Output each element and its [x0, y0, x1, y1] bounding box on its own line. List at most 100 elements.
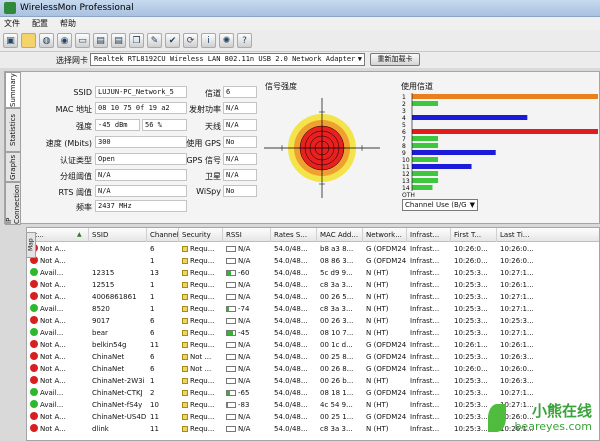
cell-text: Infrast... — [410, 257, 440, 265]
cell-infra: Infrast... — [407, 316, 451, 327]
table-row[interactable]: Not A... ChinaNet-2W3i 1 Requ... N/A 54.0/48.… — [27, 376, 599, 387]
cell-rates: 54.0/48... — [271, 292, 317, 303]
table-row[interactable]: Not A... belkin54g 11 Requ... N/A 54.0/48... 0… — [27, 340, 599, 351]
cell-ssid: 12315 — [89, 268, 147, 279]
table-row[interactable]: Not A... 6 Requ... N/A 54.0/48... b8 a3 8... G… — [27, 244, 599, 255]
spinner-icon[interactable]: ✺ — [219, 33, 234, 48]
table-row[interactable]: Not A... 1 Requ... N/A 54.0/48... 08 86 3... G… — [27, 256, 599, 267]
column-header[interactable]: Last Ti... — [497, 228, 599, 242]
column-header[interactable]: Infrast... — [407, 228, 451, 242]
help-icon[interactable]: ? — [237, 33, 252, 48]
cell-text: 54.0/48... — [274, 341, 308, 349]
channel-tick-label: 4 — [402, 115, 406, 122]
check-icon[interactable]: ✔ — [165, 33, 180, 48]
save-icon[interactable]: ▣ — [3, 33, 18, 48]
cell-text: Not A... — [40, 293, 66, 301]
column-header[interactable]: Security — [179, 228, 223, 242]
menu-bar: 文件 配置 帮助 — [0, 17, 600, 30]
cell-channel: 6 — [147, 352, 179, 363]
cell-rates: 54.0/48... — [271, 256, 317, 267]
cell-network: N (HT) — [363, 280, 407, 291]
cell-text: Infrast... — [410, 317, 440, 325]
cell-text: 10:26:0... — [454, 257, 488, 265]
cell-text: 10:26:0... — [500, 365, 534, 373]
copy-icon[interactable]: ❐ — [129, 33, 144, 48]
cell-text: 1 — [150, 257, 155, 265]
cell-mac: 08 18 1... — [317, 388, 363, 399]
table-row[interactable]: Avail... 12315 13 Requ... -60 54.0/48... 5c d9… — [27, 268, 599, 279]
reload-adapter-button[interactable]: 重新加载卡 — [370, 53, 420, 66]
cell-text: 54.0/48... — [274, 365, 308, 373]
adapter-select[interactable]: Realtek RTL8192CU Wireless LAN 802.11n U… — [90, 53, 365, 66]
notes-icon[interactable]: ✎ — [147, 33, 162, 48]
cell-ssid: ChinaNet-2W3i — [89, 376, 147, 387]
folder-icon[interactable] — [21, 33, 36, 48]
printer-icon[interactable]: ▤ — [93, 33, 108, 48]
channel-use-select[interactable]: Channel Use (B/G ▼ — [402, 199, 478, 211]
tab-ip-connection[interactable]: IP Connection — [5, 182, 21, 225]
table-row[interactable]: Not A... ChinaNet 6 Not ... N/A 54.0/48... 00 … — [27, 364, 599, 375]
table-row[interactable]: Avail... bear 6 Requ... -45 54.0/48... 08 10 7… — [27, 328, 599, 339]
txpower-value: N/A — [223, 102, 257, 114]
cell-security: Requ... — [179, 292, 223, 303]
channel-tick-label: 5 — [402, 122, 406, 129]
cell-rates: 54.0/48... — [271, 364, 317, 375]
column-header[interactable]: Channel — [147, 228, 179, 242]
cell-security: Not ... — [179, 364, 223, 375]
printer-icon[interactable]: ▤ — [111, 33, 126, 48]
channel-bar — [412, 164, 472, 169]
cell-security: Not ... — [179, 352, 223, 363]
cell-text: Requ... — [190, 317, 215, 325]
channel-tick-label: 6 — [402, 129, 406, 136]
cell-first: 10:25:3... — [451, 292, 497, 303]
cell-rssi: -45 — [223, 328, 271, 339]
cell-rssi: -83 — [223, 400, 271, 411]
cell-infra: Infrast... — [407, 256, 451, 267]
cell-infra: Infrast... — [407, 352, 451, 363]
refresh-icon[interactable]: ⟳ — [183, 33, 198, 48]
cell-state: Avail... — [27, 388, 89, 399]
globe-icon[interactable]: ◉ — [57, 33, 72, 48]
table-row[interactable]: Not A... 4006861861 1 Requ... N/A 54.0/48... 0… — [27, 292, 599, 303]
table-row[interactable]: Avail... ChinaNet-CTKJ 2 Requ... -65 54.0/48.… — [27, 388, 599, 399]
column-header[interactable]: RSSI — [223, 228, 271, 242]
cell-last: 10:25:3... — [497, 316, 599, 327]
tab-statistics[interactable]: Statistics — [5, 108, 21, 152]
tab-map-vertical[interactable]: Map — [26, 232, 36, 258]
table-row[interactable]: Not A... 12515 1 Requ... N/A 54.0/48... c8 3a … — [27, 280, 599, 291]
menu-help[interactable]: 帮助 — [60, 18, 76, 29]
column-header[interactable]: First T... — [451, 228, 497, 242]
sort-arrow-icon: ▲ — [77, 231, 82, 238]
table-row[interactable]: Avail... 8520 1 Requ... -74 54.0/48... c8 3a 3… — [27, 304, 599, 315]
cell-text: 11 — [150, 341, 159, 349]
menu-config[interactable]: 配置 — [32, 18, 48, 29]
cell-text: Not A... — [40, 353, 66, 361]
table-row[interactable]: Not A... ChinaNet 6 Not ... N/A 54.0/48... 00 … — [27, 352, 599, 363]
cell-last: 10:26:3... — [497, 376, 599, 387]
column-header[interactable]: Network... — [363, 228, 407, 242]
cell-text: Infrast... — [410, 245, 440, 253]
cell-first: 10:26:1... — [451, 340, 497, 351]
column-header[interactable]: SSID — [89, 228, 147, 242]
signal-bar-icon — [226, 342, 236, 348]
cell-infra: Infrast... — [407, 328, 451, 339]
cell-rssi: N/A — [223, 364, 271, 375]
freq-value: 2437 MHz — [95, 200, 187, 212]
unavailable-icon — [30, 280, 38, 288]
channel-bar — [412, 143, 439, 148]
cell-first: 10:25:3... — [451, 328, 497, 339]
cell-channel: 6 — [147, 328, 179, 339]
tab-summary[interactable]: Summary — [5, 72, 21, 108]
table-row[interactable]: Not A... 9017 6 Requ... N/A 54.0/48... 00 26 3… — [27, 316, 599, 327]
column-header[interactable]: MAC Add... — [317, 228, 363, 242]
computer-icon[interactable]: ▭ — [75, 33, 90, 48]
column-header[interactable]: Rates S... — [271, 228, 317, 242]
cell-text: N (HT) — [366, 317, 389, 325]
cell-text: N/A — [238, 377, 251, 385]
info-icon[interactable]: i — [201, 33, 216, 48]
tab-graphs[interactable]: Graphs — [5, 152, 21, 182]
cell-text: 10:26:1... — [500, 281, 534, 289]
unavailable-icon — [30, 340, 38, 348]
menu-file[interactable]: 文件 — [4, 18, 20, 29]
database-icon[interactable]: ◍ — [39, 33, 54, 48]
